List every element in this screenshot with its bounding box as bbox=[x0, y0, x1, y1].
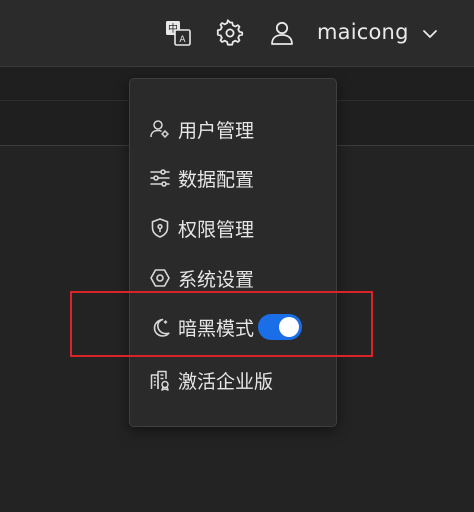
building-icon bbox=[148, 368, 172, 392]
menu-item-label: 用户管理 bbox=[178, 119, 255, 142]
menu-item-label: 激活企业版 bbox=[178, 370, 274, 393]
app-page: 中 A maicong 用户管理 数据配置 权限管理 系统设置 暗黑模式 激活企… bbox=[0, 0, 474, 512]
menu-item-permission-management[interactable]: 权限管理 bbox=[148, 213, 328, 243]
hexagon-icon bbox=[148, 266, 172, 290]
chevron-down-icon[interactable] bbox=[421, 27, 439, 41]
menu-item-user-management[interactable]: 用户管理 bbox=[148, 114, 328, 144]
translate-icon[interactable]: 中 A bbox=[162, 17, 194, 49]
translate-glyph-bottom: A bbox=[179, 35, 186, 45]
menu-item-system-settings[interactable]: 系统设置 bbox=[148, 263, 328, 293]
menu-item-activate-enterprise[interactable]: 激活企业版 bbox=[148, 365, 328, 395]
menu-item-label: 权限管理 bbox=[178, 218, 255, 241]
menu-item-label: 数据配置 bbox=[178, 168, 255, 191]
user-icon[interactable] bbox=[266, 17, 298, 49]
menu-item-label: 系统设置 bbox=[178, 268, 255, 291]
user-manage-icon bbox=[148, 117, 172, 141]
username-label[interactable]: maicong bbox=[317, 20, 409, 44]
user-dropdown-menu: 用户管理 数据配置 权限管理 系统设置 暗黑模式 激活企业版 bbox=[129, 78, 337, 427]
highlight-box bbox=[70, 291, 373, 357]
gear-icon[interactable] bbox=[214, 17, 246, 49]
sliders-icon bbox=[148, 166, 172, 190]
top-header: 中 A maicong bbox=[0, 0, 474, 67]
menu-item-data-config[interactable]: 数据配置 bbox=[148, 163, 328, 193]
shield-icon bbox=[148, 216, 172, 240]
